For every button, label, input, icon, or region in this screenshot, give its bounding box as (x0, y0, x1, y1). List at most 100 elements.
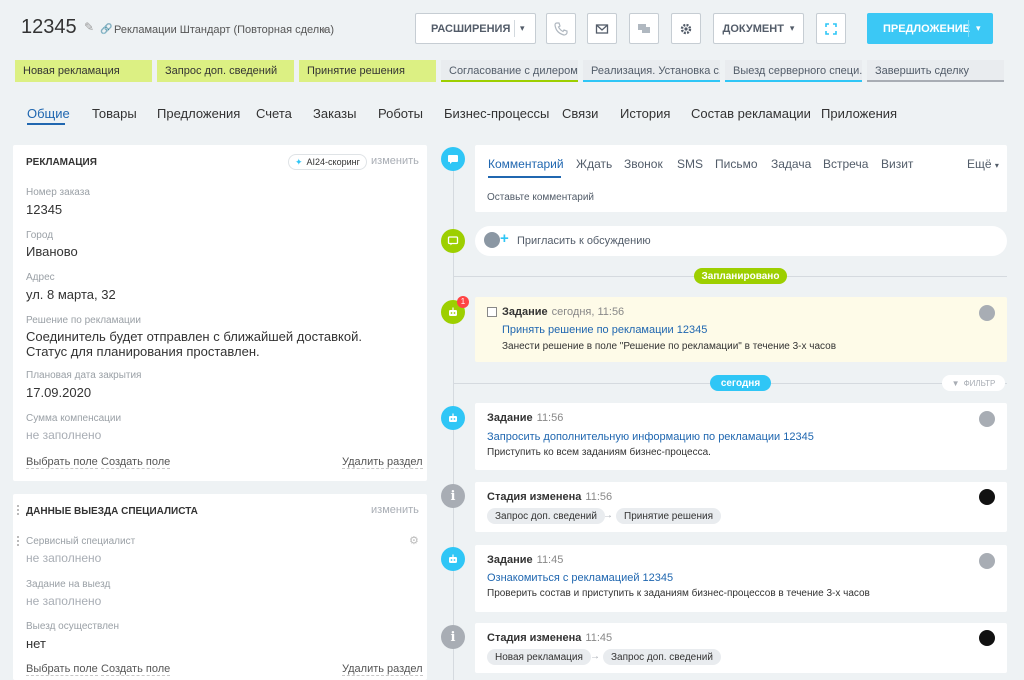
field-value[interactable]: не заполнено (26, 594, 101, 608)
field-label: Выезд осуществлен (26, 621, 119, 632)
chevron-down-icon: ▾ (976, 23, 981, 33)
tab-offers[interactable]: Предложения (157, 106, 240, 121)
user-avatar[interactable] (979, 305, 995, 321)
create-field-link[interactable]: Создать поле (101, 456, 171, 469)
chat-button[interactable] (629, 13, 659, 44)
expand-icon (825, 22, 837, 35)
delete-section-link[interactable]: Удалить раздел (342, 456, 423, 469)
tab-attachments[interactable]: Приложения (821, 106, 897, 121)
stage-item[interactable]: Новая рекламация (15, 60, 152, 82)
stage-item[interactable]: Запрос доп. сведений (157, 60, 294, 82)
fullscreen-button[interactable] (816, 13, 846, 44)
timeline-item: Задание сегодня, 11:56 Принять решение по… (475, 297, 1007, 362)
editor-tab-sms[interactable]: SMS (677, 157, 703, 171)
field-value[interactable]: Иваново (26, 244, 78, 259)
to-stage-chip: Запрос доп. сведений (603, 649, 721, 665)
settings-button[interactable] (671, 13, 701, 44)
extensions-button[interactable]: РАСШИРЕНИЯ ▾ (415, 13, 536, 44)
field-value[interactable]: 17.09.2020 (26, 385, 91, 400)
from-stage-chip: Запрос доп. сведений (487, 508, 605, 524)
user-avatar[interactable] (979, 411, 995, 427)
editor-tab-wait[interactable]: Ждать (576, 157, 612, 171)
field-label: Задание на выезд (26, 579, 111, 590)
offer-label: ПРЕДЛОЖЕНИЕ (883, 22, 971, 35)
field-value[interactable]: 12345 (26, 202, 62, 217)
drag-handle[interactable] (17, 505, 23, 517)
call-button[interactable] (546, 13, 576, 44)
stage-bar: Новая рекламация Запрос доп. сведений Пр… (0, 60, 1024, 82)
chevron-down-icon: ▾ (520, 23, 525, 33)
field-value[interactable]: не заполнено (26, 428, 101, 442)
editor-tab-task[interactable]: Задача (771, 157, 811, 171)
robot-icon (441, 547, 465, 571)
robot-icon (441, 406, 465, 430)
field-label: Сервисный специалист (26, 536, 136, 547)
card-title: ДАННЫЕ ВЫЕЗДА СПЕЦИАЛИСТА (26, 506, 198, 517)
field-value[interactable]: нет (26, 636, 46, 651)
tab-history[interactable]: История (620, 106, 670, 121)
arrow-right-icon: → (590, 651, 600, 662)
stage-item[interactable]: Принятие решения (299, 60, 436, 82)
timeline-item-link[interactable]: Запросить дополнительную информацию по р… (487, 431, 814, 443)
timeline-item-link[interactable]: Принять решение по рекламации 12345 (502, 324, 707, 336)
info-icon: i (441, 484, 465, 508)
change-button[interactable]: изменить (371, 504, 419, 516)
today-label: сегодня (710, 375, 771, 391)
email-button[interactable] (587, 13, 617, 44)
timeline-item-title: Задание 11:56 (487, 412, 564, 424)
tab-invoices[interactable]: Счета (256, 106, 292, 121)
editor-tab-comment[interactable]: Комментарий (488, 157, 564, 171)
editor-tab-visit[interactable]: Визит (881, 157, 913, 171)
invite-to-discussion[interactable]: + Пригласить к обсуждению (475, 226, 1007, 256)
comment-input[interactable]: Оставьте комментарий (487, 192, 594, 203)
document-button[interactable]: ДОКУМЕНТ ▾ (713, 13, 804, 44)
field-value[interactable]: Соединитель будет отправлен с ближайшей … (26, 329, 396, 359)
tab-links[interactable]: Связи (562, 106, 598, 121)
stage-item[interactable]: Согласование с дилером (441, 60, 578, 82)
gear-icon[interactable]: ⚙ (409, 534, 419, 547)
filter-icon: ▼ (951, 378, 960, 388)
stage-item[interactable]: Завершить сделку (867, 60, 1004, 82)
drag-handle[interactable] (17, 536, 23, 548)
field-value[interactable]: не заполнено (26, 551, 101, 565)
to-stage-chip: Принятие решения (616, 508, 722, 524)
chevron-down-icon[interactable]: ▾ (322, 25, 327, 36)
field-label: Адрес (26, 272, 55, 283)
create-field-link[interactable]: Создать поле (101, 663, 171, 676)
specialist-visit-card: ДАННЫЕ ВЫЕЗДА СПЕЦИАЛИСТА изменить Серви… (13, 494, 427, 680)
card-title: РЕКЛАМАЦИЯ (26, 157, 97, 168)
tab-business-processes[interactable]: Бизнес-процессы (444, 106, 549, 121)
editor-tab-call[interactable]: Звонок (624, 157, 663, 171)
filter-button[interactable]: ▼ ФИЛЬТР (942, 375, 1005, 391)
pipeline-selector[interactable]: Рекламации Штандарт (Повторная сделка) (114, 24, 334, 36)
delete-section-link[interactable]: Удалить раздел (342, 663, 423, 676)
tab-complaint-content[interactable]: Состав рекламации (691, 106, 811, 121)
select-field-link[interactable]: Выбрать поле (26, 663, 98, 676)
tab-orders[interactable]: Заказы (313, 106, 356, 121)
select-field-link[interactable]: Выбрать поле (26, 456, 98, 469)
field-value[interactable]: ул. 8 марта, 32 (26, 287, 116, 302)
tab-products[interactable]: Товары (92, 106, 137, 121)
user-avatar[interactable] (979, 553, 995, 569)
editor-tab-more[interactable]: Ещё ▾ (967, 157, 999, 171)
user-avatar[interactable] (979, 630, 995, 646)
timeline-item-description: Проверить состав и приступить к заданиям… (487, 588, 870, 599)
task-checkbox[interactable] (487, 307, 497, 317)
edit-title-icon[interactable]: ✎ (84, 20, 94, 34)
activity-editor: Комментарий Ждать Звонок SMS Письмо Зада… (475, 145, 1007, 212)
plus-icon: + (500, 230, 509, 247)
change-button[interactable]: изменить (371, 155, 419, 167)
invite-label: Пригласить к обсуждению (517, 235, 651, 247)
link-icon[interactable]: 🔗 (100, 24, 112, 35)
user-avatar[interactable] (979, 489, 995, 505)
timeline-item-link[interactable]: Ознакомиться с рекламацией 12345 (487, 572, 673, 584)
tab-robots[interactable]: Роботы (378, 106, 423, 121)
editor-tab-email[interactable]: Письмо (715, 157, 758, 171)
tab-general[interactable]: Общие (27, 106, 70, 121)
field-label: Плановая дата закрытия (26, 370, 142, 381)
offer-button[interactable]: ПРЕДЛОЖЕНИЕ ▾ (867, 13, 993, 44)
stage-item[interactable]: Выезд серверного специ... (725, 60, 862, 82)
editor-tab-meeting[interactable]: Встреча (823, 157, 868, 171)
ai-scoring-chip[interactable]: ✦ AI24-скоринг (288, 154, 367, 170)
stage-item[interactable]: Реализация. Установка с... (583, 60, 720, 82)
